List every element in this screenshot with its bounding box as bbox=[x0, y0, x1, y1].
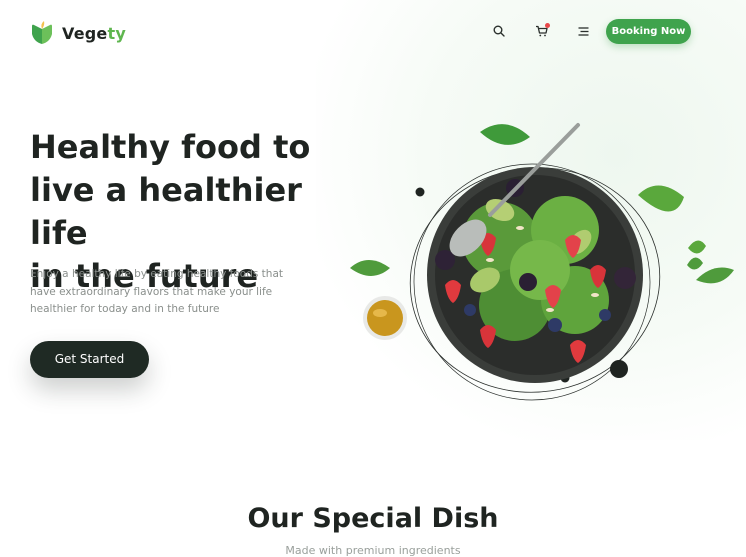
logo[interactable]: Vegety bbox=[30, 20, 126, 46]
hero-title-line: Healthy food to bbox=[30, 128, 311, 166]
cart-icon[interactable] bbox=[532, 22, 550, 40]
section-subtitle: Made with premium ingredients bbox=[285, 544, 461, 557]
header-icon-group bbox=[490, 22, 592, 40]
search-icon[interactable] bbox=[490, 22, 508, 40]
salad-bowl-illustration bbox=[350, 123, 734, 401]
site-header: Vegety Booking Now bbox=[0, 0, 746, 64]
hero-description: Enjoy a healthy life by eating healthy f… bbox=[30, 268, 284, 315]
leaf-logo-icon bbox=[32, 21, 52, 44]
menu-icon[interactable] bbox=[574, 22, 592, 40]
booking-now-button[interactable]: Booking Now bbox=[606, 19, 691, 44]
brand-name: Vegety bbox=[62, 23, 126, 43]
cart-notification-dot bbox=[545, 23, 550, 28]
get-started-button[interactable]: Get Started bbox=[30, 341, 149, 378]
hero-title-line: live a healthier life bbox=[30, 171, 302, 252]
section-title: Our Special Dish bbox=[247, 503, 499, 534]
